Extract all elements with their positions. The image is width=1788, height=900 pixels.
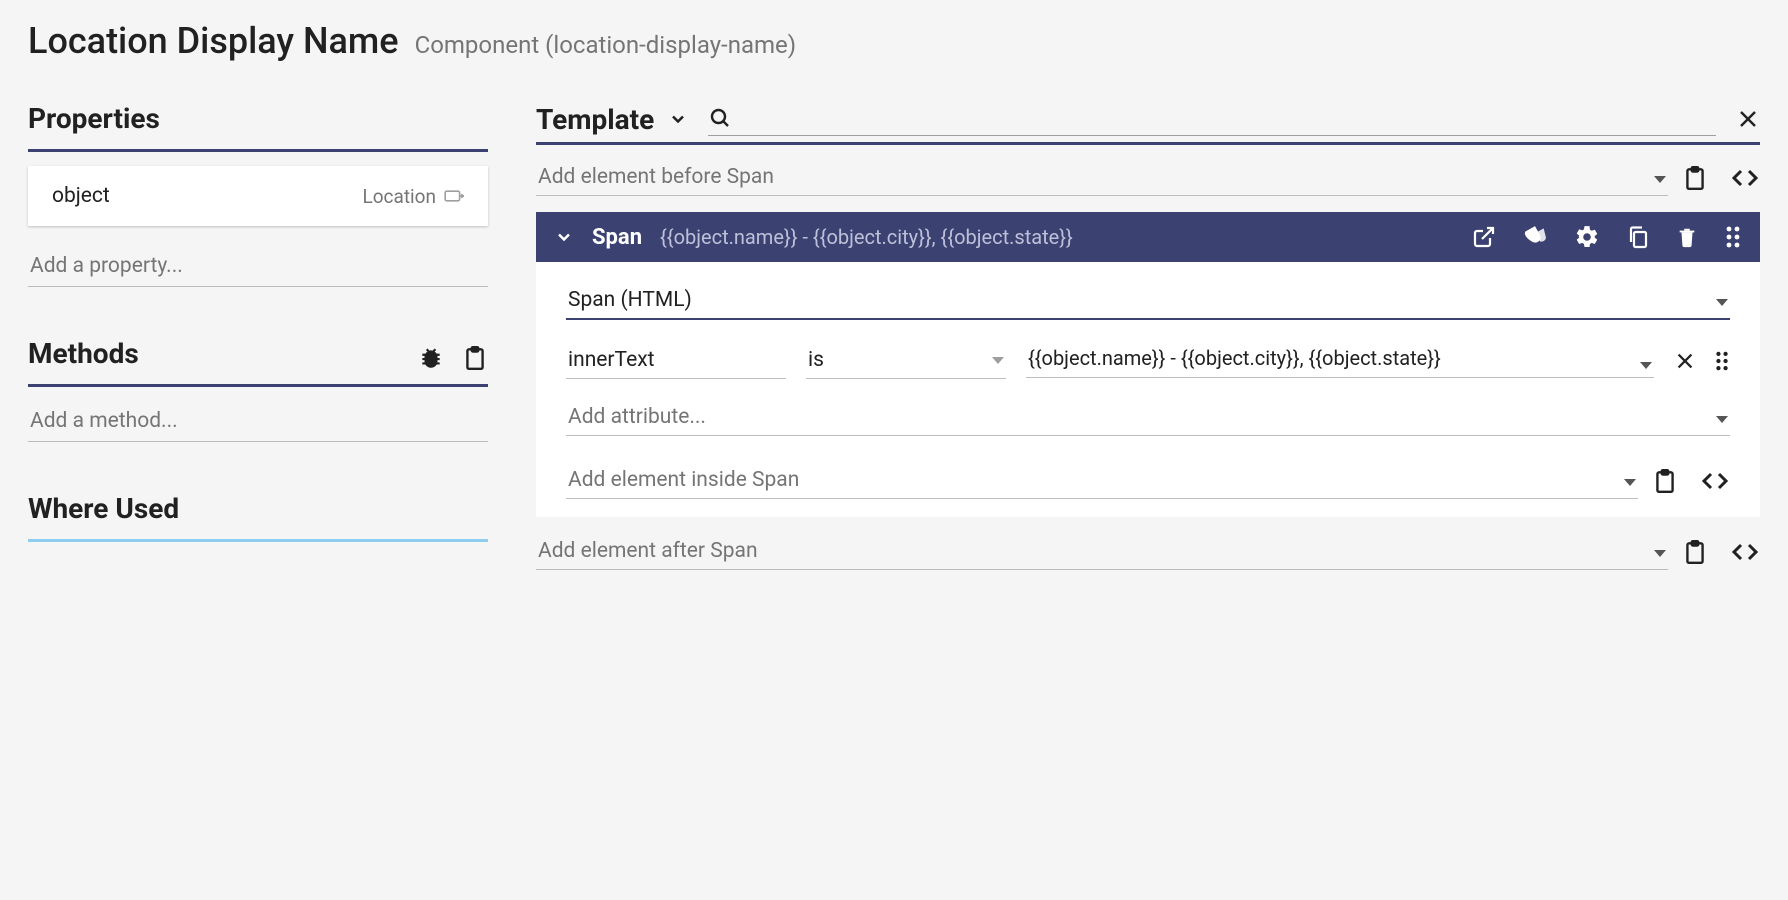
search-icon[interactable] (708, 106, 732, 130)
gear-icon[interactable] (1574, 224, 1600, 250)
code-icon[interactable] (1730, 538, 1760, 566)
delete-icon[interactable] (1676, 224, 1698, 250)
property-type: Location (362, 185, 436, 208)
chevron-down-icon[interactable] (554, 227, 574, 247)
link-icon (444, 188, 464, 204)
code-icon[interactable] (1730, 164, 1760, 192)
chevron-down-icon[interactable] (668, 109, 688, 129)
attribute-value-input[interactable]: {{object.name}} - {{object.city}}, {{obj… (1026, 344, 1654, 378)
property-name: object (52, 184, 110, 208)
attribute-name-value: innerText (568, 348, 655, 372)
add-attribute-label: Add attribute... (568, 405, 706, 429)
property-row[interactable]: object Location (28, 166, 488, 226)
template-heading: Template (536, 103, 654, 136)
clipboard-icon[interactable] (462, 344, 488, 372)
add-element-inside-input[interactable]: Add element inside Span (566, 462, 1638, 499)
page-title: Location Display Name (28, 20, 399, 62)
add-element-before-input[interactable]: Add element before Span (536, 159, 1668, 196)
page-subtitle: Component (location-display-name) (415, 31, 797, 59)
span-element-header[interactable]: Span {{object.name}} - {{object.city}}, … (536, 212, 1760, 262)
close-icon[interactable] (1674, 350, 1696, 372)
add-method-input[interactable] (28, 401, 488, 442)
attribute-operator-select[interactable]: is (806, 342, 1006, 379)
span-type-select[interactable]: Span (HTML) (566, 282, 1730, 320)
add-attribute-input[interactable]: Add attribute... (566, 399, 1730, 436)
clipboard-icon[interactable] (1682, 538, 1708, 566)
attribute-operator-value: is (808, 348, 824, 372)
add-element-after-label: Add element after Span (538, 539, 758, 563)
open-external-icon[interactable] (1472, 225, 1496, 249)
template-search-input[interactable] (738, 102, 1716, 133)
close-icon[interactable] (1736, 107, 1760, 131)
clipboard-icon[interactable] (1652, 467, 1678, 495)
code-icon[interactable] (1700, 467, 1730, 495)
bug-icon[interactable] (418, 344, 444, 372)
span-type-value: Span (HTML) (568, 288, 692, 312)
add-element-inside-label: Add element inside Span (568, 468, 799, 492)
properties-heading: Properties (28, 102, 160, 135)
add-element-before-label: Add element before Span (538, 165, 774, 189)
add-property-input[interactable] (28, 246, 488, 287)
attribute-value-text: {{object.name}} - {{object.city}}, {{obj… (1028, 346, 1441, 371)
copy-icon[interactable] (1626, 224, 1650, 250)
methods-heading: Methods (28, 337, 139, 370)
style-icon[interactable] (1522, 224, 1548, 250)
add-element-after-input[interactable]: Add element after Span (536, 533, 1668, 570)
attribute-name-input[interactable]: innerText (566, 342, 786, 379)
span-expression: {{object.name}} - {{object.city}}, {{obj… (660, 225, 1454, 249)
clipboard-icon[interactable] (1682, 164, 1708, 192)
where-used-heading: Where Used (28, 492, 179, 525)
drag-handle-icon[interactable] (1724, 224, 1742, 250)
span-label: Span (592, 225, 642, 250)
drag-handle-icon[interactable] (1714, 349, 1730, 373)
